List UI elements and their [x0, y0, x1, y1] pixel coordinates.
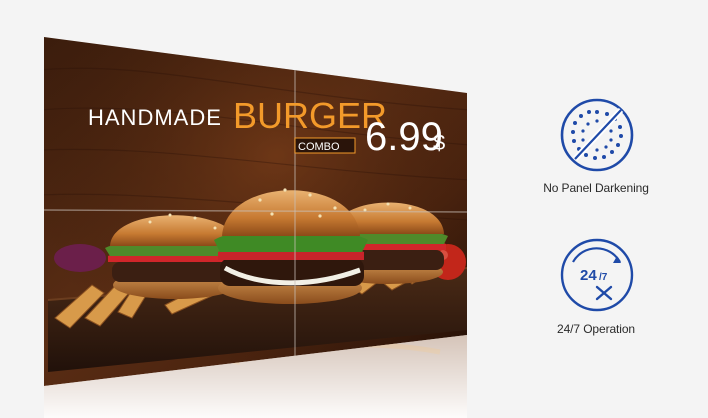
24-7-operation-icon: 24 /7	[560, 238, 634, 312]
product-illustration: HANDMADE BURGER COMBO 6.99 $ 24 /7	[44, 37, 634, 418]
ad-headline: HANDMADE	[88, 105, 222, 130]
ad-price: 6.99	[365, 115, 443, 159]
ad-product-name: BURGER	[233, 95, 387, 136]
video-wall-screen: HANDMADE BURGER COMBO 6.99 $	[44, 37, 467, 386]
24-7-icon-sub: /7	[599, 272, 608, 283]
ad-subline: COMBO	[298, 141, 340, 153]
no-panel-darkening-icon	[560, 98, 634, 172]
feature-label-24-7-operation: 24/7 Operation	[557, 322, 635, 336]
wrench-icon	[595, 285, 613, 301]
24-7-icon-main: 24	[580, 267, 597, 284]
feature-label-no-panel-darkening: No Panel Darkening	[543, 181, 649, 195]
ad-currency: $	[433, 130, 445, 155]
